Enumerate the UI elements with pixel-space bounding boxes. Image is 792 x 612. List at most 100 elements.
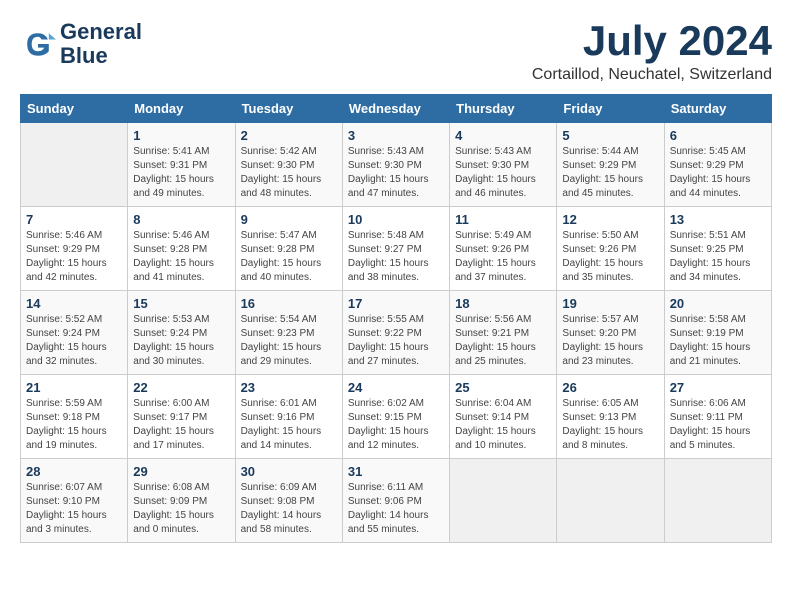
- day-number: 31: [348, 464, 444, 479]
- day-number: 17: [348, 296, 444, 311]
- calendar-cell: 10Sunrise: 5:48 AM Sunset: 9:27 PM Dayli…: [342, 207, 449, 291]
- day-number: 19: [562, 296, 658, 311]
- day-info: Sunrise: 5:44 AM Sunset: 9:29 PM Dayligh…: [562, 145, 658, 201]
- header-saturday: Saturday: [664, 95, 771, 123]
- calendar-cell: 13 Sunrise: 5:51 AM Sunset: 9:25 PM Dayli…: [664, 207, 771, 291]
- logo-general: General: [60, 19, 142, 44]
- calendar-cell: 15Sunrise: 5:53 AM Sunset: 9:24 PM Dayli…: [128, 291, 235, 375]
- day-number: 24: [348, 380, 444, 395]
- day-info: Sunrise: 5:50 AM Sunset: 9:26 PM Dayligh…: [562, 229, 658, 285]
- day-info: Sunrise: 6:07 AM Sunset: 9:10 PM Dayligh…: [26, 481, 122, 537]
- day-number: 18: [455, 296, 551, 311]
- header-monday: Monday: [128, 95, 235, 123]
- calendar-cell: 21Sunrise: 5:59 AM Sunset: 9:18 PM Dayli…: [21, 375, 128, 459]
- day-number: 16: [241, 296, 337, 311]
- day-info: Sunrise: 6:09 AM Sunset: 9:08 PM Dayligh…: [241, 481, 337, 537]
- header-wednesday: Wednesday: [342, 95, 449, 123]
- calendar-cell: 12 Sunrise: 5:50 AM Sunset: 9:26 PM Dayli…: [557, 207, 664, 291]
- day-info: Sunrise: 5:49 AM Sunset: 9:26 PM Dayligh…: [455, 229, 551, 285]
- day-info: Sunrise: 5:58 AM Sunset: 9:19 PM Dayligh…: [670, 313, 766, 369]
- day-info: Sunrise: 6:01 AM Sunset: 9:16 PM Dayligh…: [241, 397, 337, 453]
- calendar-cell: 6Sunrise: 5:45 AM Sunset: 9:29 PM Daylig…: [664, 123, 771, 207]
- calendar-cell: 27Sunrise: 6:06 AM Sunset: 9:11 PM Dayli…: [664, 375, 771, 459]
- day-number: 15: [133, 296, 229, 311]
- calendar-cell: [450, 459, 557, 543]
- calendar-cell: 9Sunrise: 5:47 AM Sunset: 9:28 PM Daylig…: [235, 207, 342, 291]
- calendar-cell: 17 Sunrise: 5:55 AM Sunset: 9:22 PM Dayli…: [342, 291, 449, 375]
- calendar-cell: 14 Sunrise: 5:52 AM Sunset: 9:24 PM Dayli…: [21, 291, 128, 375]
- calendar-cell: 1 Sunrise: 5:41 AM Sunset: 9:31 PM Daylig…: [128, 123, 235, 207]
- location: Cortaillod, Neuchatel, Switzerland: [532, 66, 772, 84]
- day-number: 8: [133, 212, 229, 227]
- header-friday: Friday: [557, 95, 664, 123]
- day-info: Sunrise: 5:43 AM Sunset: 9:30 PM Dayligh…: [455, 145, 551, 201]
- day-info: Sunrise: 5:46 AM Sunset: 9:29 PM Dayligh…: [26, 229, 122, 285]
- day-number: 13: [670, 212, 766, 227]
- logo-blue: Blue: [60, 43, 108, 68]
- day-info: Sunrise: 5:55 AM Sunset: 9:22 PM Dayligh…: [348, 313, 444, 369]
- calendar-body: 1 Sunrise: 5:41 AM Sunset: 9:31 PM Daylig…: [21, 123, 772, 543]
- day-info: Sunrise: 6:05 AM Sunset: 9:13 PM Dayligh…: [562, 397, 658, 453]
- calendar-cell: 11 Sunrise: 5:49 AM Sunset: 9:26 PM Dayli…: [450, 207, 557, 291]
- day-number: 10: [348, 212, 444, 227]
- day-info: Sunrise: 6:06 AM Sunset: 9:11 PM Dayligh…: [670, 397, 766, 453]
- calendar-cell: 19 Sunrise: 5:57 AM Sunset: 9:20 PM Dayli…: [557, 291, 664, 375]
- title-block: July 2024 Cortaillod, Neuchatel, Switzer…: [532, 20, 772, 84]
- day-number: 26: [562, 380, 658, 395]
- page-header: General Blue July 2024 Cortaillod, Neuch…: [20, 20, 772, 84]
- calendar-table: SundayMondayTuesdayWednesdayThursdayFrid…: [20, 94, 772, 543]
- day-info: Sunrise: 5:59 AM Sunset: 9:18 PM Dayligh…: [26, 397, 122, 453]
- day-number: 20: [670, 296, 766, 311]
- day-info: Sunrise: 5:45 AM Sunset: 9:29 PM Dayligh…: [670, 145, 766, 201]
- day-number: 1: [133, 128, 229, 143]
- week-row-4: 21Sunrise: 5:59 AM Sunset: 9:18 PM Dayli…: [21, 375, 772, 459]
- day-number: 9: [241, 212, 337, 227]
- calendar-cell: [21, 123, 128, 207]
- calendar-cell: 4 Sunrise: 5:43 AM Sunset: 9:30 PM Daylig…: [450, 123, 557, 207]
- day-info: Sunrise: 6:02 AM Sunset: 9:15 PM Dayligh…: [348, 397, 444, 453]
- day-info: Sunrise: 5:56 AM Sunset: 9:21 PM Dayligh…: [455, 313, 551, 369]
- calendar-cell: 30Sunrise: 6:09 AM Sunset: 9:08 PM Dayli…: [235, 459, 342, 543]
- calendar-header: SundayMondayTuesdayWednesdayThursdayFrid…: [21, 95, 772, 123]
- calendar-cell: 23Sunrise: 6:01 AM Sunset: 9:16 PM Dayli…: [235, 375, 342, 459]
- day-number: 14: [26, 296, 122, 311]
- day-number: 28: [26, 464, 122, 479]
- day-info: Sunrise: 6:00 AM Sunset: 9:17 PM Dayligh…: [133, 397, 229, 453]
- day-number: 7: [26, 212, 122, 227]
- day-number: 12: [562, 212, 658, 227]
- header-tuesday: Tuesday: [235, 95, 342, 123]
- calendar-cell: 16 Sunrise: 5:54 AM Sunset: 9:23 PM Dayli…: [235, 291, 342, 375]
- logo-text: General Blue: [60, 20, 142, 68]
- calendar-cell: 2Sunrise: 5:42 AM Sunset: 9:30 PM Daylig…: [235, 123, 342, 207]
- week-row-5: 28 Sunrise: 6:07 AM Sunset: 9:10 PM Dayli…: [21, 459, 772, 543]
- day-info: Sunrise: 5:42 AM Sunset: 9:30 PM Dayligh…: [241, 145, 337, 201]
- day-info: Sunrise: 6:11 AM Sunset: 9:06 PM Dayligh…: [348, 481, 444, 537]
- day-info: Sunrise: 5:41 AM Sunset: 9:31 PM Dayligh…: [133, 145, 229, 201]
- logo: General Blue: [20, 20, 142, 68]
- header-sunday: Sunday: [21, 95, 128, 123]
- day-info: Sunrise: 6:04 AM Sunset: 9:14 PM Dayligh…: [455, 397, 551, 453]
- month-title: July 2024: [532, 20, 772, 62]
- week-row-3: 14 Sunrise: 5:52 AM Sunset: 9:24 PM Dayli…: [21, 291, 772, 375]
- day-number: 11: [455, 212, 551, 227]
- day-info: Sunrise: 5:43 AM Sunset: 9:30 PM Dayligh…: [348, 145, 444, 201]
- logo-icon: [20, 26, 56, 62]
- day-number: 5: [562, 128, 658, 143]
- calendar-cell: [664, 459, 771, 543]
- calendar-cell: 8Sunrise: 5:46 AM Sunset: 9:28 PM Daylig…: [128, 207, 235, 291]
- header-row: SundayMondayTuesdayWednesdayThursdayFrid…: [21, 95, 772, 123]
- calendar-cell: 31 Sunrise: 6:11 AM Sunset: 9:06 PM Dayli…: [342, 459, 449, 543]
- calendar-cell: 3Sunrise: 5:43 AM Sunset: 9:30 PM Daylig…: [342, 123, 449, 207]
- day-info: Sunrise: 5:52 AM Sunset: 9:24 PM Dayligh…: [26, 313, 122, 369]
- day-number: 22: [133, 380, 229, 395]
- day-info: Sunrise: 5:57 AM Sunset: 9:20 PM Dayligh…: [562, 313, 658, 369]
- calendar-cell: 26 Sunrise: 6:05 AM Sunset: 9:13 PM Dayli…: [557, 375, 664, 459]
- calendar-cell: 5 Sunrise: 5:44 AM Sunset: 9:29 PM Daylig…: [557, 123, 664, 207]
- week-row-1: 1 Sunrise: 5:41 AM Sunset: 9:31 PM Daylig…: [21, 123, 772, 207]
- calendar-cell: 29Sunrise: 6:08 AM Sunset: 9:09 PM Dayli…: [128, 459, 235, 543]
- day-info: Sunrise: 5:54 AM Sunset: 9:23 PM Dayligh…: [241, 313, 337, 369]
- day-number: 4: [455, 128, 551, 143]
- day-info: Sunrise: 5:51 AM Sunset: 9:25 PM Dayligh…: [670, 229, 766, 285]
- week-row-2: 7 Sunrise: 5:46 AM Sunset: 9:29 PM Daylig…: [21, 207, 772, 291]
- calendar-cell: 7 Sunrise: 5:46 AM Sunset: 9:29 PM Daylig…: [21, 207, 128, 291]
